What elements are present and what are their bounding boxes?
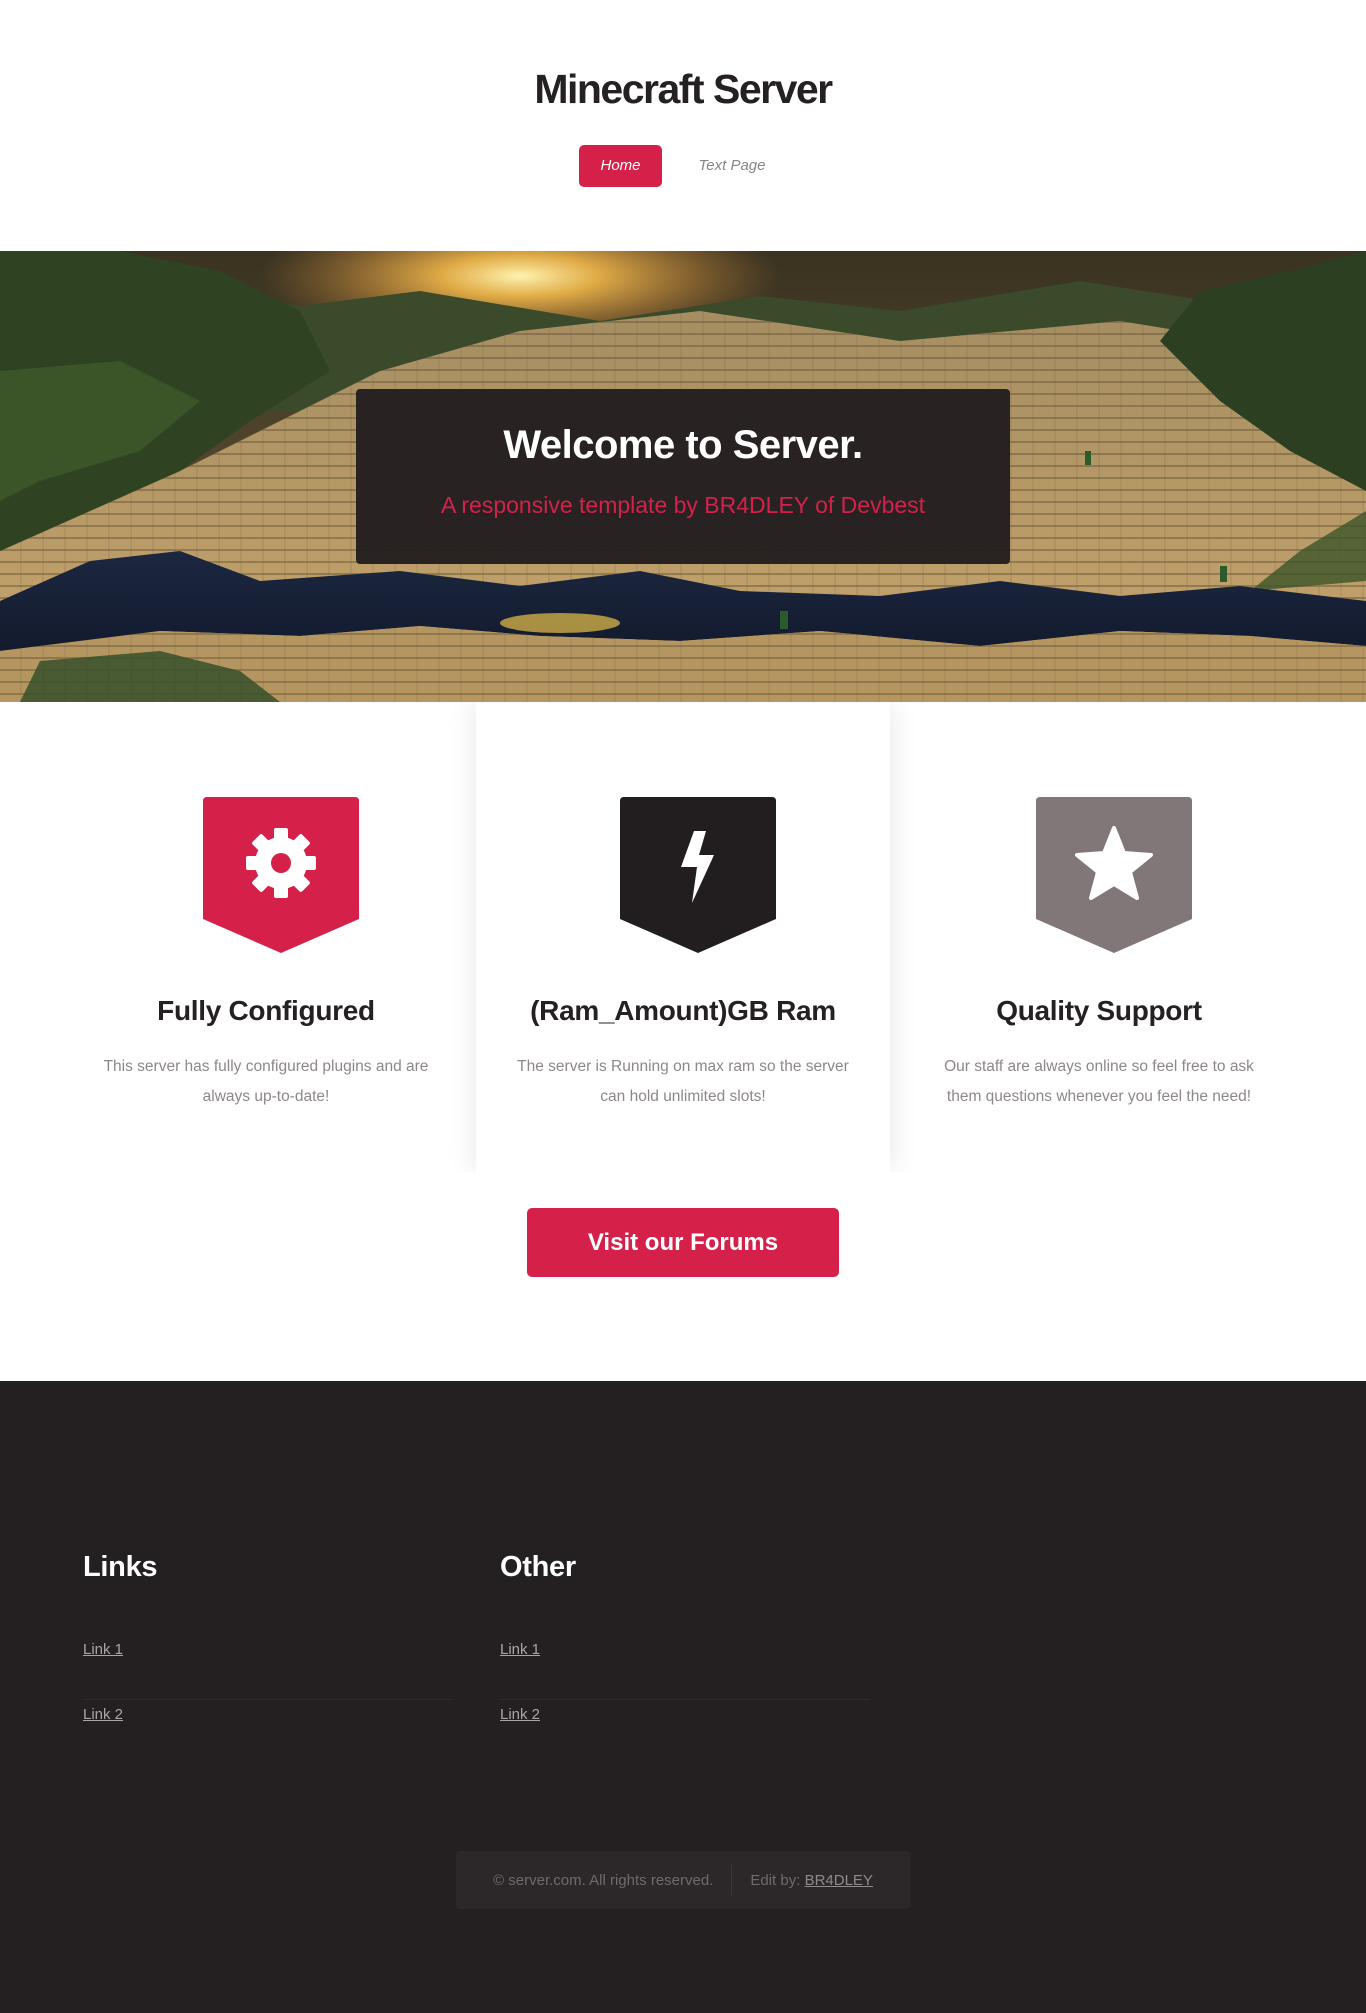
feature-description: Our staff are always online so feel free…	[944, 1058, 1254, 1105]
site-header: Minecraft Server Home Text Page	[0, 0, 1366, 251]
footer-column-other: Other Link 1 Link 2	[500, 1551, 870, 1765]
copyright-text: © server.com. All rights reserved.	[493, 1871, 714, 1889]
feature-description: The server is Running on max ram so the …	[517, 1058, 849, 1105]
nav-item-text-page[interactable]: Text Page	[678, 145, 787, 187]
footer-link[interactable]: Link 2	[83, 1706, 123, 1723]
main-nav: Home Text Page	[0, 145, 1366, 187]
feature-fully-configured: Fully Configured This server has fully c…	[59, 702, 473, 1172]
list-item: Link 2	[83, 1700, 453, 1765]
feature-ram: (Ram_Amount)GB Ram The server is Running…	[476, 702, 890, 1172]
footer-link[interactable]: Link 1	[500, 1641, 540, 1658]
credit-author-link[interactable]: BR4DLEY	[805, 1872, 873, 1889]
hero-caption-box: Welcome to Server. A responsive template…	[356, 389, 1010, 564]
footer-column-title: Other	[500, 1551, 576, 1583]
features-section: Fully Configured This server has fully c…	[0, 702, 1366, 1182]
feature-title: Fully Configured	[157, 995, 375, 1026]
star-icon	[1036, 797, 1192, 953]
visit-forums-button[interactable]: Visit our Forums	[527, 1208, 839, 1277]
list-item: Link 1	[83, 1635, 453, 1700]
site-footer: Links Link 1 Link 2 Other Link 1 Link 2 …	[0, 1381, 1366, 2013]
lightning-bolt-icon	[620, 797, 776, 953]
hero-banner: Welcome to Server. A responsive template…	[0, 251, 1366, 702]
list-item: Link 2	[500, 1700, 870, 1765]
nav-item-home[interactable]: Home	[579, 145, 662, 187]
footer-column-links: Links Link 1 Link 2	[83, 1551, 453, 1765]
site-title: Minecraft Server	[534, 66, 833, 112]
hero-title: Welcome to Server.	[503, 423, 863, 467]
gear-icon	[203, 797, 359, 953]
footer-link-list: Link 1 Link 2	[500, 1635, 870, 1765]
footer-link-list: Link 1 Link 2	[83, 1635, 453, 1765]
credit-prefix: Edit by:	[750, 1871, 801, 1889]
divider	[731, 1865, 733, 1895]
hero-subtitle: A responsive template by BR4DLEY of Devb…	[440, 492, 926, 518]
feature-quality-support: Quality Support Our staff are always onl…	[892, 702, 1306, 1172]
footer-link[interactable]: Link 2	[500, 1706, 540, 1723]
feature-title: Quality Support	[996, 995, 1202, 1026]
feature-title: (Ram_Amount)GB Ram	[530, 995, 836, 1026]
copyright-bar: © server.com. All rights reserved. Edit …	[456, 1851, 910, 1909]
footer-column-title: Links	[83, 1551, 158, 1583]
credit: Edit by: BR4DLEY	[750, 1872, 873, 1889]
footer-link[interactable]: Link 1	[83, 1641, 123, 1658]
list-item: Link 1	[500, 1635, 870, 1700]
feature-description: This server has fully configured plugins…	[103, 1058, 429, 1105]
